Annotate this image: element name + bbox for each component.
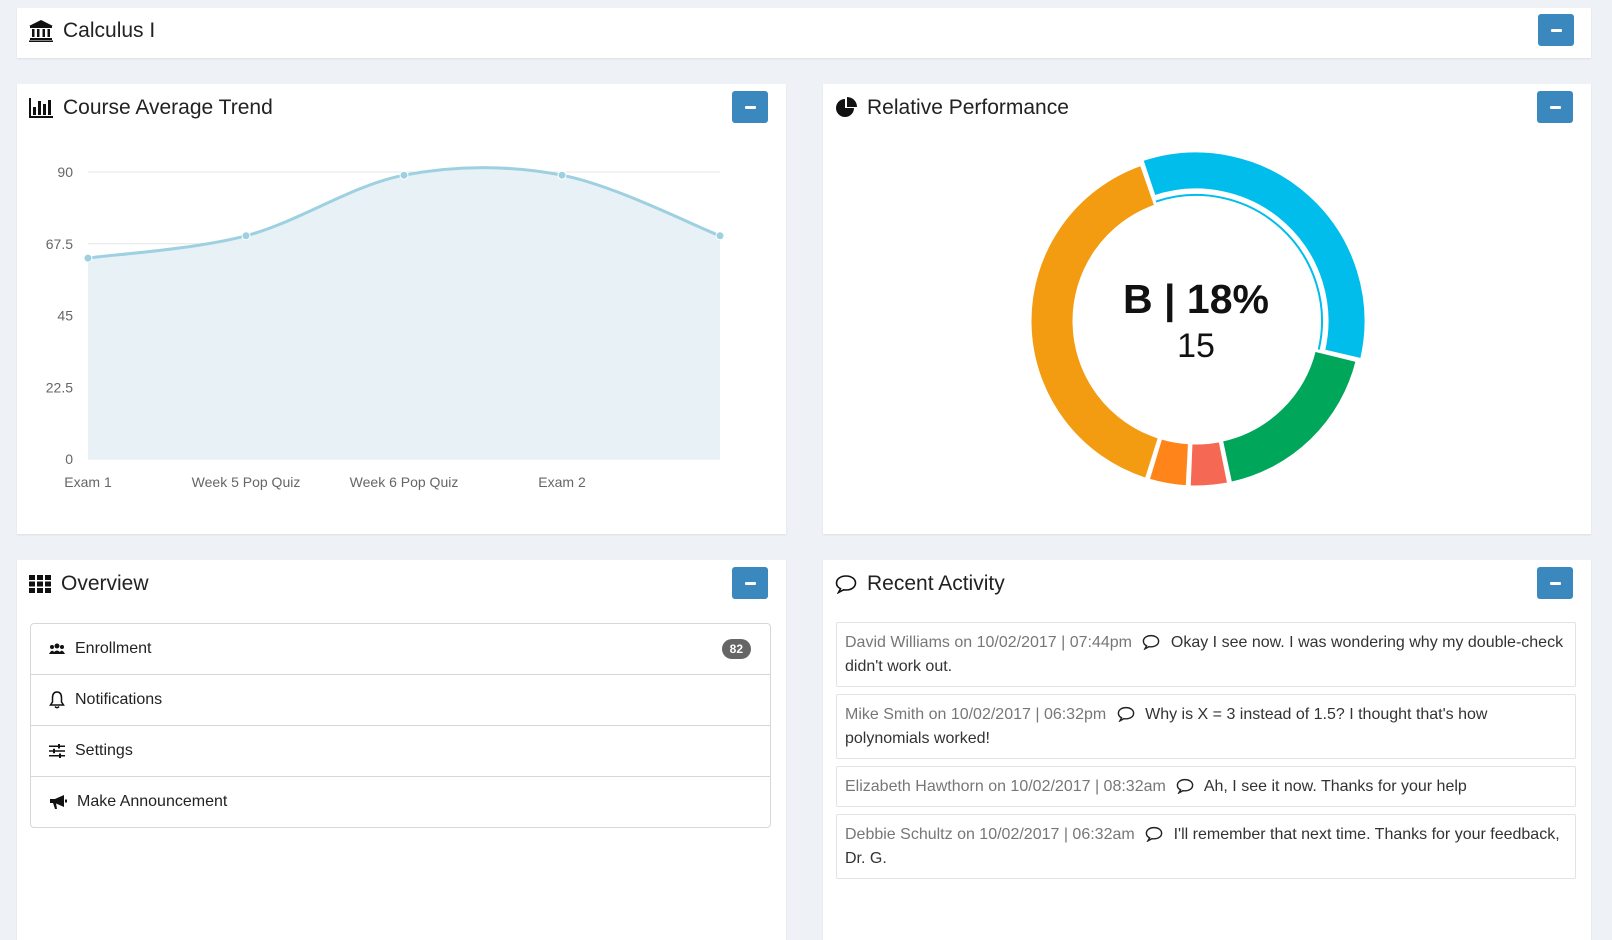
overview-item-settings[interactable]: Settings [31,725,770,776]
x-tick-label: Exam 2 [538,474,586,490]
course-average-chart: 0 22.5 45 67.5 90 Exam 1 Week 5 Pop Quiz Week … [46,164,725,490]
users-icon [49,643,65,654]
x-tick-label: Week 6 Pop Quiz [350,474,459,490]
grid-icon [29,575,51,593]
y-tick-label: 90 [57,164,73,180]
comment-icon [1117,706,1134,722]
data-point[interactable] [399,170,409,180]
x-tick-label: Week 5 Pop Quiz [192,474,301,490]
collapse-course-button[interactable] [1538,14,1574,46]
overview-item-label: Enrollment [75,640,152,657]
activity-message: Ah, I see it now. Thanks for your help [1203,778,1467,795]
collapse-activity-button[interactable] [1537,567,1573,599]
minus-icon [1550,28,1562,32]
comment-icon [1143,634,1160,650]
overview-item-make-announcement[interactable]: Make Announcement [31,776,770,827]
megaphone-icon [50,795,67,809]
donut-center-label: B | 18% [1123,276,1269,322]
comment-icon [1145,826,1163,842]
activity-meta: David Williams on 10/02/2017 | 07:44pm [845,634,1132,651]
activity-panel-header: Recent Activity [835,572,1005,596]
overview-item-notifications[interactable]: Notifications [31,674,770,725]
overview-item-label: Make Announcement [77,793,228,810]
enrollment-count-badge: 82 [721,639,751,659]
course-title: Calculus I [63,19,156,42]
overview-item-enrollment[interactable]: Enrollment 82 [31,624,770,674]
course-header: Calculus I [29,19,155,43]
x-tick-label: Exam 1 [64,474,112,490]
trend-panel: Course Average Trend 0 22.5 45 67.5 90 Exam … [17,84,786,534]
comment-icon [835,575,857,594]
donut-slice[interactable] [1219,348,1359,486]
activity-meta: Debbie Schultz on 10/02/2017 | 06:32am [845,826,1135,843]
minus-icon [1549,581,1561,585]
chart-area [88,167,720,459]
activity-meta: Elizabeth Hawthorn on 10/02/2017 | 08:32… [845,778,1166,795]
activity-item[interactable]: David Williams on 10/02/2017 | 07:44pm O… [836,622,1576,687]
overview-panel-title: Overview [61,572,149,595]
relative-performance-chart: B | 18% 15 [1028,149,1368,489]
y-tick-label: 0 [65,451,73,467]
activity-panel: Recent Activity David Williams on 10/02/… [823,560,1591,940]
bell-icon [49,691,65,709]
data-point[interactable] [715,231,725,241]
y-tick-label: 22.5 [46,379,73,395]
y-tick-label: 45 [57,308,73,324]
comment-icon [1176,778,1194,794]
donut-slice[interactable] [1139,149,1368,362]
activity-item[interactable]: Debbie Schultz on 10/02/2017 | 06:32am I… [836,814,1576,879]
activity-panel-title: Recent Activity [867,572,1005,595]
overview-item-label: Settings [75,742,133,759]
data-point[interactable] [241,231,251,241]
overview-panel-header: Overview [29,572,149,596]
data-point[interactable] [557,170,567,180]
data-point[interactable] [83,253,93,263]
sliders-icon [49,744,65,758]
institution-icon [29,20,53,42]
minus-icon [744,581,756,585]
course-header-panel: Calculus I [17,8,1591,58]
y-tick-label: 67.5 [46,236,73,252]
activity-meta: Mike Smith on 10/02/2017 | 06:32pm [845,706,1107,723]
donut-slice[interactable] [1187,438,1231,489]
performance-panel: Relative Performance B | 18% 15 [823,84,1591,534]
donut-center-value: 15 [1177,327,1215,365]
overview-item-label: Notifications [75,691,163,708]
overview-panel: Overview Enrollment 82 Notifications Set… [17,560,786,940]
activity-item[interactable]: Mike Smith on 10/02/2017 | 06:32pm Why i… [836,694,1576,759]
collapse-overview-button[interactable] [732,567,768,599]
overview-list: Enrollment 82 Notifications Settings Mak… [30,623,771,828]
activity-list: David Williams on 10/02/2017 | 07:44pm O… [836,622,1576,886]
activity-item[interactable]: Elizabeth Hawthorn on 10/02/2017 | 08:32… [836,766,1576,807]
